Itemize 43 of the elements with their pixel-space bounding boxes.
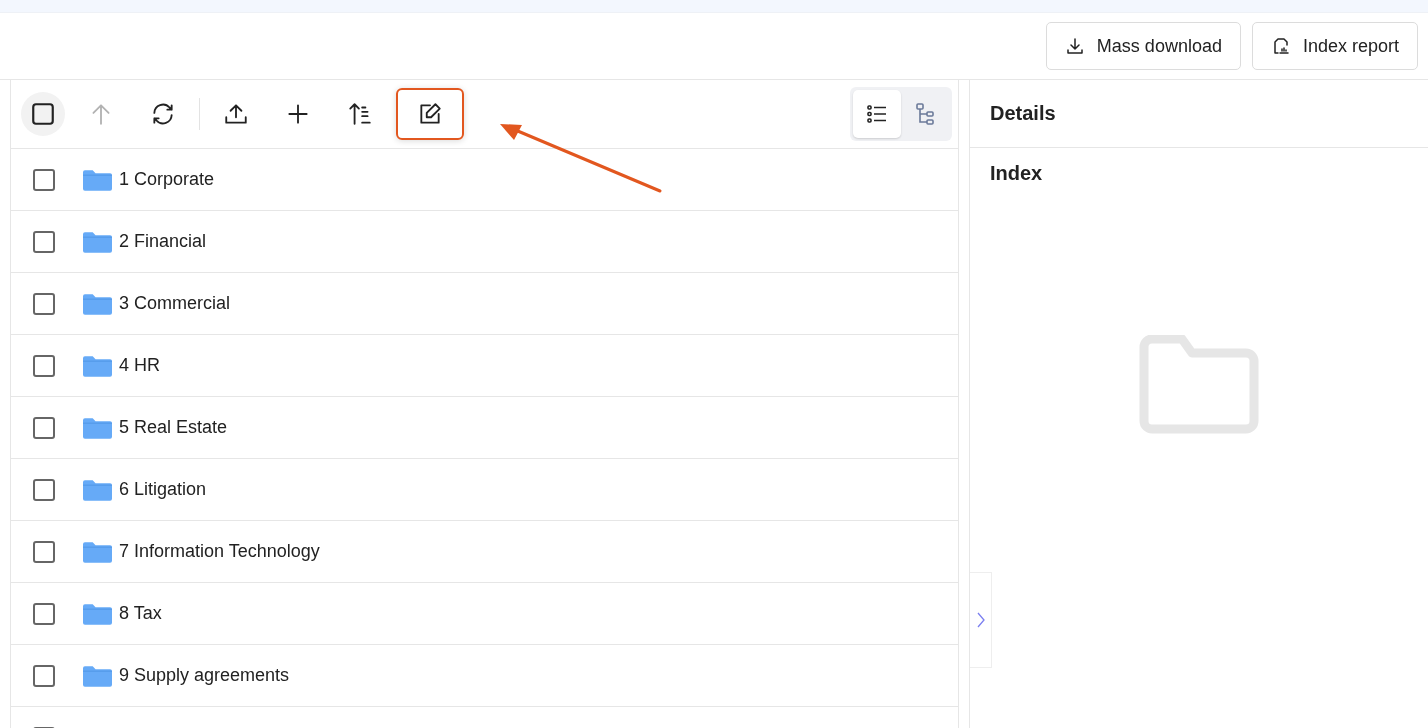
row-checkbox[interactable] (33, 168, 55, 191)
folder-icon (83, 540, 112, 563)
folder-name[interactable]: 7 Information Technology (119, 541, 320, 562)
folder-icon (83, 168, 112, 191)
list-icon (865, 102, 889, 126)
row-checkbox[interactable] (33, 664, 55, 687)
folder-icon (83, 230, 112, 253)
folder-name[interactable]: 9 Supply agreements (119, 665, 290, 686)
row-checkbox[interactable] (33, 540, 55, 563)
index-report-button[interactable]: Index report (1251, 22, 1418, 70)
download-icon (1064, 36, 1085, 56)
empty-folder-icon (1139, 335, 1259, 435)
row-checkbox[interactable] (33, 416, 55, 439)
folder-name[interactable]: 4 HR (119, 355, 160, 376)
edit-icon (417, 101, 443, 127)
checkbox-icon (30, 101, 56, 127)
folder-name[interactable]: 8 Tax (119, 603, 162, 624)
folder-name[interactable]: 1 Corporate (119, 169, 215, 190)
index-heading: Index (989, 161, 1044, 185)
mass-download-button[interactable]: Mass download (1045, 22, 1241, 70)
folder-name[interactable]: 6 Litigation (119, 479, 207, 500)
edit-button[interactable] (396, 88, 464, 140)
folder-icon (83, 478, 112, 501)
row-checkbox[interactable] (33, 602, 55, 625)
refresh-icon (150, 101, 176, 127)
folder-icon (83, 416, 112, 439)
row-checkbox[interactable] (33, 354, 55, 377)
details-title: Details (990, 102, 1056, 125)
row-checkbox[interactable] (33, 478, 55, 501)
folder-name[interactable]: 5 Real Estate (119, 417, 228, 438)
folder-icon (83, 292, 112, 315)
select-all-checkbox[interactable] (21, 92, 65, 136)
folder-name[interactable]: 2 Financial (119, 231, 207, 252)
list-view-button[interactable] (853, 90, 901, 138)
folder-icon (83, 602, 112, 625)
row-checkbox[interactable] (33, 292, 55, 315)
folder-icon (83, 354, 112, 377)
chevron-right-icon (975, 610, 986, 630)
tree-icon (913, 102, 937, 126)
row-checkbox[interactable] (33, 230, 55, 253)
folder-icon (83, 664, 112, 687)
sort-icon (347, 101, 373, 127)
folder-name[interactable]: 3 Commercial (119, 293, 231, 314)
